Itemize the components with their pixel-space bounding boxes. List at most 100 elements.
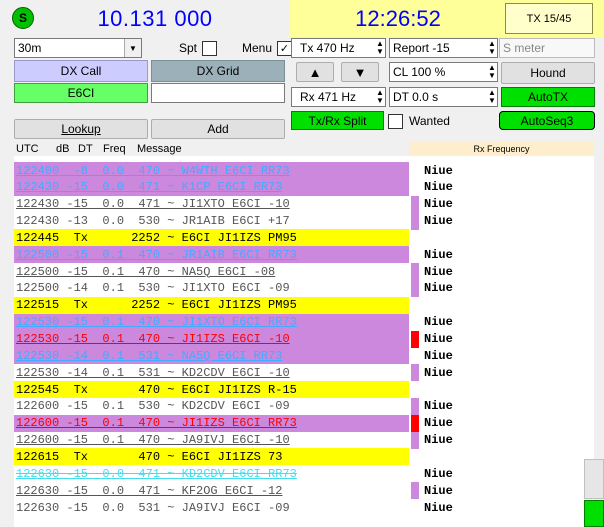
message-row[interactable]: 122430 -13 0.0 530 ~ JR1AIB E6CI +17 Niue xyxy=(14,212,453,230)
row-marker xyxy=(411,381,419,398)
spinner-arrows-icon[interactable]: ▲ ▼ xyxy=(487,64,497,80)
message-text: 122430 -13 0.0 530 ~ JR1AIB E6CI +17 xyxy=(14,212,409,230)
country-label: Niue xyxy=(424,197,453,212)
lookup-label: Lookup xyxy=(61,122,101,136)
message-text: 122530 -14 0.1 531 ~ NA5Q E6CI RR73 xyxy=(14,347,409,365)
row-marker xyxy=(411,499,419,516)
autotx-button[interactable]: AutoTX xyxy=(501,87,595,107)
report-spinner[interactable]: Report -15 ▲ ▼ xyxy=(389,38,498,58)
row-marker xyxy=(411,431,419,449)
wanted-toggle[interactable]: Wanted xyxy=(388,113,450,129)
tx-count-button[interactable]: TX 15/45 xyxy=(505,3,593,34)
down-arrow-button[interactable]: ▼ xyxy=(341,62,379,82)
country-label: Niue xyxy=(424,348,453,363)
message-row[interactable]: 122530 -15 0.1 470 ~ JI1XTO E6CI RR73 Niu… xyxy=(14,313,453,331)
message-text: 122445 Tx 2252 ~ E6CI JI1IZS PM95 xyxy=(14,229,409,247)
row-marker xyxy=(411,448,419,465)
spinner-arrows-icon[interactable]: ▲ ▼ xyxy=(487,89,497,105)
country-label: Niue xyxy=(424,365,453,380)
menu-checkbox[interactable]: ✓ xyxy=(277,40,293,56)
message-row[interactable]: 122530 -15 0.1 470 ~ JI1IZS E6CI -10 Niue xyxy=(14,330,453,348)
message-row[interactable]: 122445 Tx 2252 ~ E6CI JI1IZS PM95 xyxy=(14,229,424,247)
message-row[interactable]: 122545 Tx 470 ~ E6CI JI1IZS R-15 xyxy=(14,381,424,399)
row-marker xyxy=(411,195,419,213)
scroll-button-active[interactable] xyxy=(584,500,604,527)
message-row[interactable]: 122430 -15 0.0 471 ~ JI1XTO E6CI -10 Niue xyxy=(14,195,453,213)
message-row[interactable]: 122600 -15 0.1 470 ~ JI1IZS E6CI RR73 Niu… xyxy=(14,414,453,432)
spinner-arrows-icon[interactable]: ▲ ▼ xyxy=(375,40,385,56)
message-row[interactable]: 122430 -15 0.0 471 ~ K1CP E6CI RR73 Niue xyxy=(14,178,453,196)
message-row[interactable]: 122500 -15 0.1 470 ~ NA5Q E6CI -08 Niue xyxy=(14,263,453,281)
autoseq-button[interactable]: AutoSeq3 xyxy=(499,111,595,130)
lookup-button[interactable]: Lookup xyxy=(14,119,148,139)
row-marker xyxy=(411,263,419,281)
message-row[interactable]: 122530 -14 0.1 531 ~ NA5Q E6CI RR73 Niue xyxy=(14,347,453,365)
message-row[interactable]: 122500 -14 0.1 530 ~ JI1XTO E6CI -09 Niue xyxy=(14,279,453,297)
message-text: 122600 -15 0.1 530 ~ KD2CDV E6CI -09 xyxy=(14,397,409,415)
scroll-button[interactable] xyxy=(584,459,604,499)
dt-spinner[interactable]: DT 0.0 s ▲ ▼ xyxy=(389,87,498,107)
band-value: 30m xyxy=(18,41,42,55)
dx-grid-label: DX Grid xyxy=(151,60,285,82)
message-text: 122630 -15 0.0 471 ~ KF2OG E6CI -12 xyxy=(14,482,409,500)
message-text: 122600 -15 0.1 470 ~ JI1IZS E6CI RR73 xyxy=(14,414,409,432)
wanted-checkbox[interactable] xyxy=(388,113,403,129)
message-row[interactable]: 122615 Tx 470 ~ E6CI JI1IZS 73 xyxy=(14,448,424,466)
row-marker xyxy=(411,397,419,415)
country-label: Niue xyxy=(424,332,453,346)
country-label: Niue xyxy=(424,264,453,279)
message-list[interactable]: 122400 -8 0.0 470 ~ W4WTH E6CI RR73 Niue 1… xyxy=(14,156,594,527)
dt-value: DT 0.0 s xyxy=(393,90,439,104)
message-row[interactable]: 122600 -15 0.1 530 ~ KD2CDV E6CI -09 Niue xyxy=(14,397,453,415)
up-arrow-button[interactable]: ▲ xyxy=(296,62,334,82)
message-text: 122530 -15 0.1 470 ~ JI1XTO E6CI RR73 xyxy=(14,313,409,331)
band-select[interactable]: 30m ▼ xyxy=(14,38,142,58)
tx-freq-spinner[interactable]: Tx 470 Hz ▲ ▼ xyxy=(291,38,386,58)
spinner-arrows-icon[interactable]: ▲ ▼ xyxy=(487,40,497,56)
dx-call-field[interactable]: E6CI xyxy=(14,83,148,103)
menu-toggle[interactable]: Menu ✓ xyxy=(242,40,293,56)
message-row[interactable]: 122530 -14 0.1 531 ~ KD2CDV E6CI -10 Niue xyxy=(14,364,453,382)
message-row[interactable]: 122630 -15 0.0 471 ~ KD2CDV E6CI RR73 Niu… xyxy=(14,465,453,483)
message-row[interactable]: 122400 -8 0.0 470 ~ W4WTH E6CI RR73 Niue xyxy=(14,162,453,179)
message-row[interactable]: 122630 -15 0.0 471 ~ KF2OG E6CI -12 Niue xyxy=(14,482,453,500)
utc-clock: 12:26:52 xyxy=(355,6,441,31)
report-value: Report -15 xyxy=(393,41,450,55)
country-label: Niue xyxy=(424,281,453,296)
spt-label: Spt xyxy=(179,41,198,55)
tx-rx-split-button[interactable]: Tx/Rx Split xyxy=(291,111,384,130)
country-label: Niue xyxy=(424,416,453,431)
col-freq: Freq xyxy=(103,142,126,155)
message-row[interactable]: 122600 -15 0.1 470 ~ JA9IVJ E6CI -10 Niue xyxy=(14,431,453,449)
message-row[interactable]: 122630 -15 0.0 531 ~ JA9IVJ E6CI -09 Niue xyxy=(14,499,453,516)
chevron-down-icon[interactable]: ▼ xyxy=(124,39,141,57)
frequency-display: 10.131 000 xyxy=(97,6,213,31)
col-dt: DT xyxy=(78,142,93,155)
message-text: 122630 -15 0.0 531 ~ JA9IVJ E6CI -09 xyxy=(14,499,409,516)
message-text: 122500 -15 0.1 470 ~ NA5Q E6CI -08 xyxy=(14,263,409,281)
cl-spinner[interactable]: CL 100 % ▲ ▼ xyxy=(389,62,498,82)
s-meter: S meter xyxy=(499,38,595,58)
row-marker xyxy=(411,246,419,263)
arrow-up-icon: ▲ xyxy=(308,64,322,80)
tx-freq-value: Tx 470 Hz xyxy=(300,41,355,55)
hound-button[interactable]: Hound xyxy=(501,62,595,84)
row-marker xyxy=(411,414,419,432)
message-text: 122530 -15 0.1 470 ~ JI1IZS E6CI -10 xyxy=(14,330,409,348)
message-text: 122400 -8 0.0 470 ~ W4WTH E6CI RR73 xyxy=(14,162,409,179)
message-text: 122430 -15 0.0 471 ~ K1CP E6CI RR73 xyxy=(14,178,409,196)
row-marker xyxy=(411,229,419,246)
add-button[interactable]: Add xyxy=(151,119,285,139)
spt-toggle[interactable]: Spt xyxy=(179,40,218,56)
message-text: 122515 Tx 2252 ~ E6CI JI1IZS PM95 xyxy=(14,296,409,314)
message-row[interactable]: 122515 Tx 2252 ~ E6CI JI1IZS PM95 xyxy=(14,296,424,314)
rx-freq-spinner[interactable]: Rx 471 Hz ▲ ▼ xyxy=(291,87,386,107)
dx-grid-field[interactable] xyxy=(151,83,285,103)
row-marker xyxy=(411,347,419,364)
spinner-arrows-icon[interactable]: ▲ ▼ xyxy=(375,89,385,105)
row-marker xyxy=(411,162,419,179)
spt-checkbox[interactable] xyxy=(202,40,218,56)
row-marker xyxy=(411,314,419,331)
message-row[interactable]: 122500 -15 0.1 470 ~ JR1AIB E6CI RR73 Niu… xyxy=(14,246,453,264)
row-marker xyxy=(411,465,419,482)
